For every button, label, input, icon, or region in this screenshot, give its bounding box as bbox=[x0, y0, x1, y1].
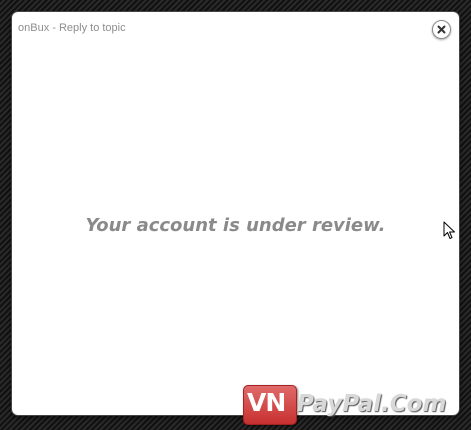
dialog-title: onBux - Reply to topic bbox=[18, 22, 126, 34]
account-review-message: Your account is under review. bbox=[85, 215, 386, 236]
close-icon bbox=[437, 25, 446, 34]
modal-dialog: onBux - Reply to topic Your account is u… bbox=[12, 12, 459, 415]
close-button[interactable] bbox=[432, 20, 451, 39]
